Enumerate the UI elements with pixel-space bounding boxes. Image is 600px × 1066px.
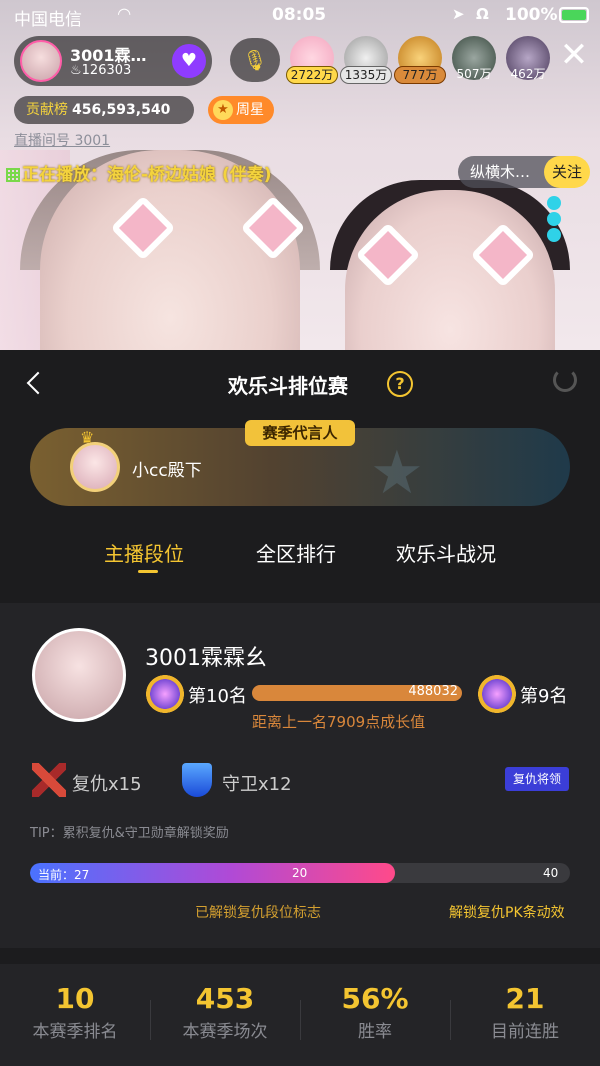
guard-count: x12	[258, 774, 292, 795]
revenge-label: 复仇	[72, 774, 108, 795]
viewer-1[interactable]: 2722万	[286, 36, 338, 84]
battery-icon	[559, 7, 589, 23]
stat-label: 目前连胜	[491, 1022, 559, 1042]
now-playing-text: 正在播放：海伦-桥边姑娘 (伴奏)	[22, 165, 272, 185]
viewer-count: 462万	[510, 67, 546, 81]
viewer-5[interactable]: 462万	[504, 36, 552, 81]
viewer-2[interactable]: 1335万	[340, 36, 392, 84]
stat-value: 56%	[341, 982, 409, 1015]
ambassador-tag: 赛季代言人	[245, 420, 355, 446]
stat-win-streak: 21 目前连胜	[450, 982, 600, 1042]
revenge-medal: 复仇x15	[72, 770, 142, 796]
ambassador-avatar	[70, 442, 120, 492]
anchor-avatar[interactable]	[20, 40, 62, 82]
crown-icon: ♛	[80, 428, 95, 447]
active-tab-indicator	[138, 570, 158, 573]
points-value: 488032	[408, 684, 458, 699]
panel-title: 欢乐斗排位赛	[228, 374, 348, 398]
status-bar: 中国电信 ◠ 08:05 ➤ Ω 100%	[0, 0, 600, 30]
clock: 08:05	[272, 5, 327, 25]
ambassador-name: 小cc殿下	[132, 461, 202, 481]
wifi-icon: ◠	[118, 4, 131, 23]
tab-global-ranking[interactable]: 全区排行	[256, 538, 336, 567]
tab-bar: 主播段位 全区排行 欢乐斗战况	[0, 538, 600, 578]
viewer-3[interactable]: 777万	[394, 36, 446, 84]
stat-value: 21	[505, 982, 545, 1015]
anchor-fans-count: 126303	[81, 63, 132, 78]
section-divider	[0, 948, 600, 956]
stat-label: 胜率	[358, 1022, 392, 1042]
carrier-label: 中国电信	[14, 10, 82, 30]
close-icon[interactable]: ✕	[558, 38, 590, 72]
guard-medal: 守卫x12	[222, 770, 292, 796]
unlock-pk-effect-link[interactable]: 解锁复仇PK条动效	[449, 902, 565, 922]
live-video: 中国电信 ◠ 08:05 ➤ Ω 100% 3001霖… ♨126303 ♥ 🎙…	[0, 0, 600, 350]
pk-follow-button[interactable]: 关注	[544, 156, 590, 188]
heart-follow-button[interactable]: ♥	[172, 44, 206, 78]
stat-season-matches: 453 本赛季场次	[150, 982, 300, 1042]
location-icon: ➤	[452, 5, 465, 23]
anchor-card[interactable]: 3001霖… ♨126303 ♥	[14, 36, 212, 86]
revenge-general-button[interactable]: 复仇将领	[505, 767, 569, 791]
progress-max-label: 40	[543, 866, 559, 880]
headphones-icon: Ω	[476, 5, 489, 23]
anchor-rank-avatar	[32, 628, 126, 722]
viewer-count: 1335万	[340, 66, 392, 84]
next-rank-badge-icon	[470, 667, 524, 721]
revenge-count: x15	[108, 774, 142, 795]
guard-shield-icon	[182, 763, 216, 797]
rank-badge-icon	[138, 667, 192, 721]
viewer-count: 507万	[456, 67, 492, 81]
contribution-label: 贡献榜	[26, 102, 68, 118]
mic-link-button[interactable]: 🎙	[230, 38, 280, 82]
progress-current-label: 当前：27	[38, 868, 90, 882]
viewer-count: 2722万	[286, 66, 338, 84]
pk-opponent-name: 纵横木…	[470, 163, 531, 181]
tab-battle-status[interactable]: 欢乐斗战况	[396, 538, 496, 567]
room-number: 直播间号 3001	[14, 133, 111, 149]
contribution-board[interactable]: 贡献榜 456,593,540	[14, 96, 194, 124]
ranking-panel: 欢乐斗排位赛 ? ★ ♛ 小cc殿下 赛季代言人 主播段位 全区排行 欢乐斗战况…	[0, 350, 600, 1066]
tip-text: TIP：累积复仇&守卫勋章解锁奖励	[30, 826, 229, 841]
refresh-icon[interactable]	[553, 368, 577, 392]
flame-icon: ♨	[70, 63, 82, 78]
anchor-rank-name: 3001霖霖幺	[145, 646, 267, 671]
week-star-button[interactable]: ★ 周星	[208, 96, 274, 124]
anchor-fans: ♨126303	[70, 63, 131, 78]
revenge-swords-icon	[32, 763, 66, 797]
stat-label: 本赛季场次	[182, 1022, 268, 1042]
now-playing: 正在播放：海伦-桥边姑娘 (伴奏)	[6, 160, 272, 185]
contribution-value: 456,593,540	[72, 102, 171, 118]
week-star-label: 周星	[236, 102, 264, 118]
next-rank: 第9名	[520, 686, 568, 707]
pk-dots	[547, 196, 561, 244]
back-chevron-icon[interactable]	[26, 371, 50, 395]
music-grid-icon	[6, 168, 20, 182]
stat-value: 453	[195, 982, 255, 1015]
stat-value: 10	[55, 982, 95, 1015]
stat-season-rank: 10 本赛季排名	[0, 982, 150, 1042]
unlocked-note: 已解锁复仇段位标志	[195, 905, 321, 921]
guard-label: 守卫	[222, 774, 258, 795]
viewer-4[interactable]: 507万	[450, 36, 498, 81]
viewer-count: 777万	[394, 66, 446, 84]
current-rank: 第10名	[188, 686, 247, 707]
season-stats: 10 本赛季排名 453 本赛季场次 56% 胜率 21 目前连胜	[0, 964, 600, 1066]
stat-label: 本赛季排名	[32, 1022, 118, 1042]
battery-percent: 100%	[505, 5, 558, 25]
star-decoration-icon: ★	[370, 438, 424, 506]
help-icon[interactable]: ?	[387, 371, 413, 397]
points-gap-note: 距离上一名7909点成长值	[252, 713, 426, 731]
progress-mid-label: 20	[292, 866, 308, 880]
stat-win-rate: 56% 胜率	[300, 982, 450, 1042]
star-icon: ★	[213, 100, 233, 120]
tab-anchor-rank[interactable]: 主播段位	[104, 538, 184, 567]
